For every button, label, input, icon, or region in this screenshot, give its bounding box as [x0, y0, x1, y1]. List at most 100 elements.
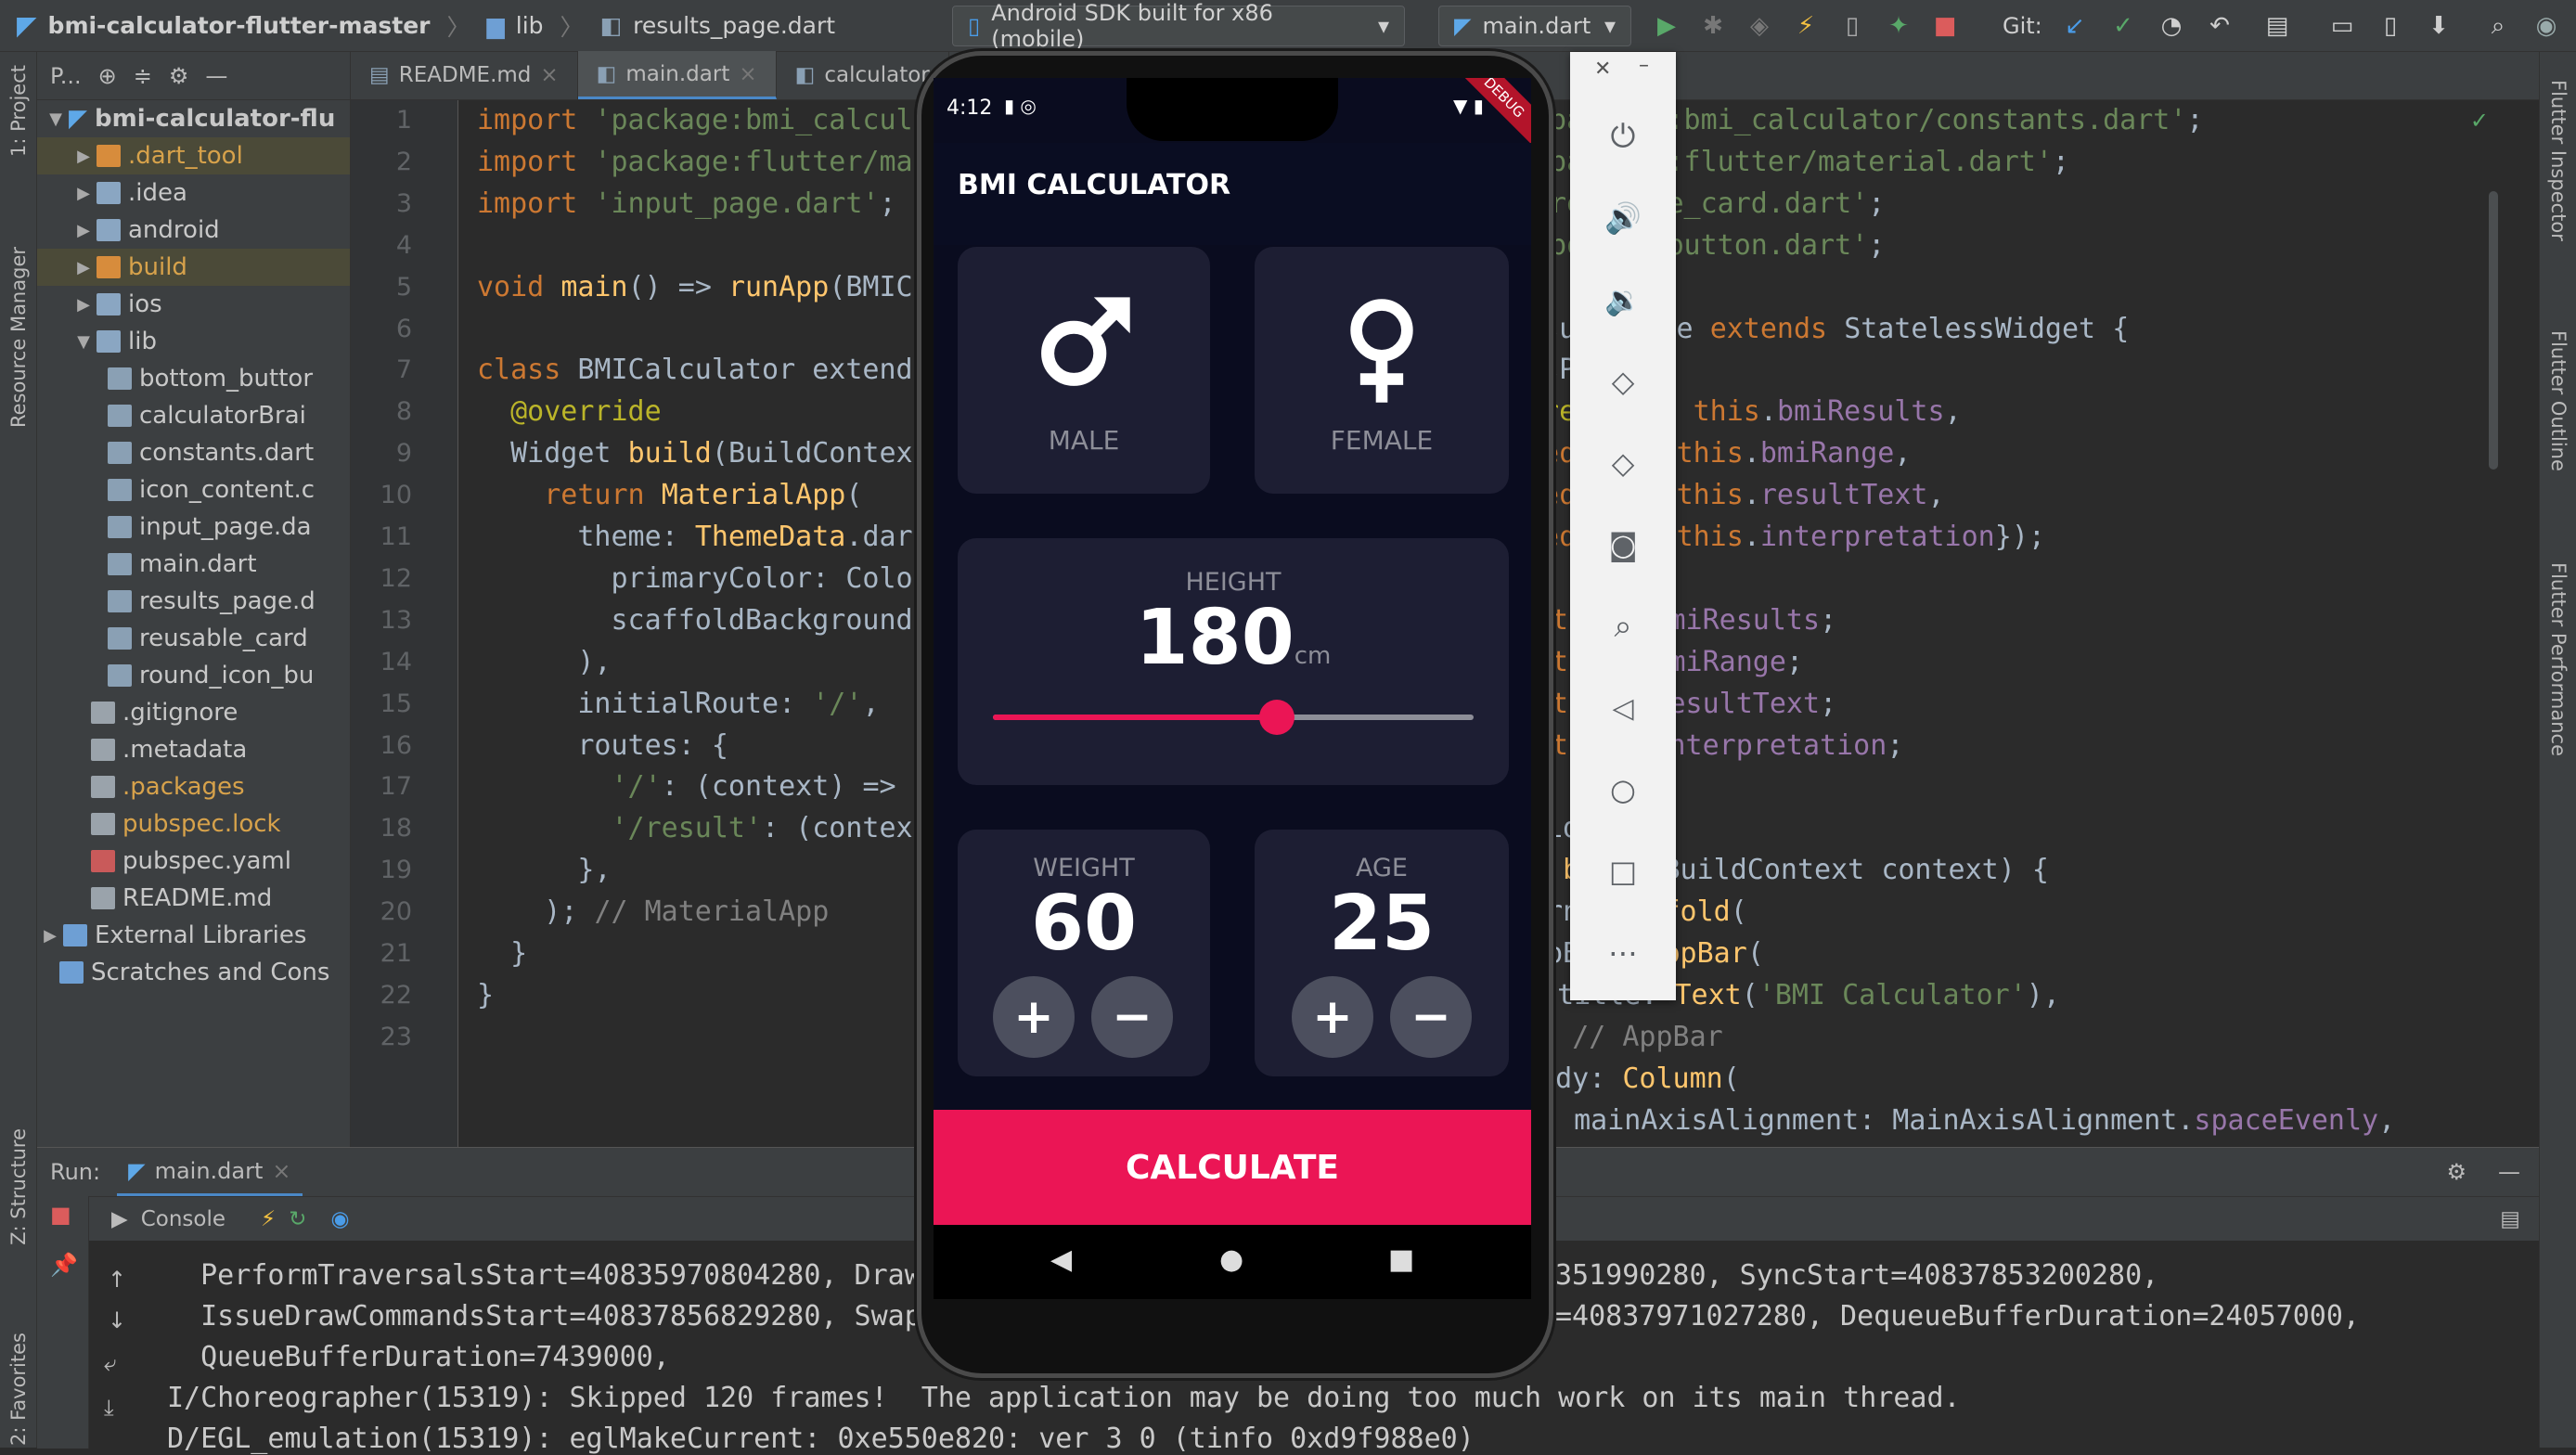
code-line[interactable]: }, — [477, 854, 611, 886]
more-icon[interactable]: ⋯ — [1570, 921, 1676, 985]
volume-up-icon[interactable]: 🔊 — [1570, 186, 1676, 251]
run-tab[interactable]: ◤ main.dart × — [117, 1149, 303, 1196]
tree-file[interactable]: README.md — [37, 880, 350, 917]
tree-folder[interactable]: ▶ ios — [37, 286, 350, 323]
tree-file[interactable]: icon_content.c — [37, 471, 350, 509]
tree-file[interactable]: .gitignore — [37, 694, 350, 731]
run-icon[interactable]: ▶ — [1652, 11, 1681, 41]
hot-restart-icon[interactable]: ▯ — [1837, 11, 1867, 41]
tree-file[interactable]: .packages — [37, 768, 350, 805]
hide-icon[interactable]: — — [2498, 1159, 2520, 1185]
chevron-right-icon[interactable]: ▶ — [71, 258, 97, 277]
editor-scrollbar[interactable] — [2489, 191, 2498, 470]
hide-icon[interactable]: — — [205, 63, 227, 89]
tree-folder[interactable]: ▶ .idea — [37, 174, 350, 212]
avd-manager-icon[interactable]: ▭ — [2327, 11, 2357, 41]
gear-icon[interactable]: ⚙ — [2446, 1159, 2467, 1185]
weight-plus-button[interactable]: + — [993, 976, 1075, 1058]
chevron-right-icon[interactable]: ▶ — [71, 147, 97, 166]
female-card[interactable]: FEMALE — [1255, 247, 1509, 494]
flutter-performance-tab[interactable]: Flutter Performance — [2547, 562, 2570, 756]
tree-file[interactable]: .metadata — [37, 731, 350, 768]
chevron-right-icon[interactable]: ▶ — [71, 221, 97, 240]
close-icon[interactable]: × — [739, 62, 756, 86]
age-plus-button[interactable]: + — [1292, 976, 1373, 1058]
run-config-selector[interactable]: ◤ main.dart ▾ — [1438, 6, 1631, 46]
pin-icon[interactable]: 📌 — [50, 1252, 78, 1278]
git-update-icon[interactable]: ↙ — [2060, 11, 2090, 41]
tree-file[interactable]: pubspec.yaml — [37, 843, 350, 880]
device-selector[interactable]: ▯ Android SDK built for x86 (mobile) ▾ — [952, 0, 1405, 52]
weight-minus-button[interactable]: − — [1091, 976, 1173, 1058]
layout-icon[interactable]: ▤ — [2500, 1207, 2520, 1231]
tree-root[interactable]: ▼ ◤ bmi-calculator-flu — [37, 100, 350, 137]
code-line[interactable]: return MaterialApp( — [477, 479, 862, 511]
power-icon[interactable]: ⏻ — [1570, 104, 1676, 169]
tree-file[interactable]: ▶ External Libraries — [37, 917, 350, 954]
breadcrumb-file[interactable]: results_page.dart — [633, 12, 835, 39]
chevron-right-icon[interactable]: ▶ — [71, 184, 97, 203]
code-line[interactable]: initialRoute: '/', — [477, 688, 879, 720]
code-line[interactable]: ), — [477, 646, 611, 678]
code-line[interactable]: import 'package:flutter/ma — [477, 146, 913, 178]
code-line[interactable]: routes: { — [477, 729, 728, 762]
code-line[interactable]: import 'package:bmi_calcul — [477, 104, 913, 136]
tree-folder[interactable]: ▶ build — [37, 249, 350, 286]
code-line[interactable]: } — [477, 937, 527, 970]
structure-tab[interactable]: Z: Structure — [7, 1128, 30, 1245]
close-icon[interactable]: ✕ — [1594, 58, 1611, 81]
code-line[interactable]: @override — [477, 395, 662, 428]
stop-icon[interactable]: ■ — [50, 1202, 71, 1228]
breadcrumb-project[interactable]: bmi-calculator-flutter-master — [48, 12, 431, 39]
scroll-down-icon[interactable]: ↓ — [108, 1307, 126, 1333]
zoom-icon[interactable]: ⌕ — [1570, 594, 1676, 659]
tree-file[interactable]: calculatorBrai — [37, 397, 350, 434]
home-icon[interactable]: ● — [1219, 1243, 1243, 1276]
recents-icon[interactable]: ■ — [1388, 1243, 1414, 1276]
resource-manager-tab[interactable]: Resource Manager — [7, 247, 30, 428]
chevron-right-icon[interactable]: ▶ — [37, 926, 63, 946]
tree-file[interactable]: pubspec.lock — [37, 805, 350, 843]
collapse-icon[interactable]: ≑ — [134, 63, 152, 89]
male-card[interactable]: MALE — [958, 247, 1210, 494]
code-line[interactable]: void main() => runApp(BMIC — [477, 271, 913, 303]
stop-icon[interactable]: ■ — [1930, 11, 1960, 41]
tree-file[interactable]: bottom_buttor — [37, 360, 350, 397]
code-line[interactable]: scaffoldBackground — [477, 604, 913, 637]
code-line[interactable]: import 'input_page.dart'; — [477, 187, 896, 220]
attach-icon[interactable]: ◈ — [1745, 11, 1774, 41]
project-tool-tab[interactable]: 1: Project — [7, 65, 30, 157]
debug-icon[interactable]: ✱ — [1698, 11, 1728, 41]
minimize-icon[interactable]: – — [1639, 54, 1649, 77]
profile-icon[interactable]: ◉ — [2531, 11, 2561, 41]
android-icon[interactable]: ✦ — [1884, 11, 1913, 41]
chevron-right-icon[interactable]: ▶ — [71, 295, 97, 315]
hot-restart-icon[interactable]: ↻ — [289, 1207, 306, 1231]
code-line[interactable]: primaryColor: Colo — [477, 562, 913, 595]
home-icon[interactable]: ○ — [1570, 757, 1676, 822]
code-line[interactable]: mainAxisAlignment: MainAxisAlignment.spa… — [1540, 1104, 2395, 1137]
code-line[interactable]: Widget build(BuildContex — [477, 437, 913, 470]
code-line[interactable]: } — [477, 979, 494, 1011]
code-line[interactable]: body: Column( — [1522, 1062, 1740, 1095]
tree-file[interactable]: main.dart — [37, 546, 350, 583]
git-commit-icon[interactable]: ✓ — [2108, 11, 2138, 41]
scroll-up-icon[interactable]: ↑ — [108, 1267, 126, 1293]
scroll-end-icon[interactable]: ⤓ — [104, 1395, 114, 1421]
soft-wrap-icon[interactable]: ⤶ — [104, 1350, 116, 1376]
tree-file[interactable]: constants.dart — [37, 434, 350, 471]
breadcrumb-folder[interactable]: lib — [516, 12, 544, 39]
hot-reload-icon[interactable]: ⚡ — [261, 1207, 276, 1231]
tree-folder[interactable]: ▶ .dart_tool — [37, 137, 350, 174]
sdk-icon[interactable]: ⬇ — [2424, 11, 2454, 41]
code-line[interactable]: ); // MaterialApp — [477, 895, 829, 928]
project-structure-icon[interactable]: ▤ — [2262, 11, 2292, 41]
rotate-left-icon[interactable]: ◇ — [1570, 349, 1676, 414]
tree-folder[interactable]: ▼ lib — [37, 323, 350, 360]
tree-file[interactable]: results_page.d — [37, 583, 350, 620]
devtools-icon[interactable]: ◉ — [330, 1207, 349, 1231]
close-icon[interactable]: × — [540, 63, 558, 87]
console-tab[interactable]: Console — [141, 1207, 225, 1231]
code-line[interactable]: '/': (context) => — [477, 770, 896, 803]
history-icon[interactable]: ◔ — [2157, 11, 2186, 41]
